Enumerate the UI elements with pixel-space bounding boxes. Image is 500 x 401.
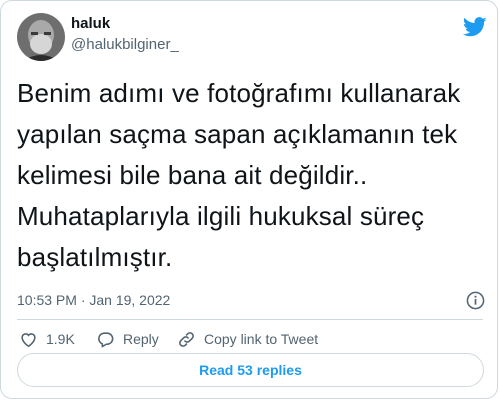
link-icon bbox=[179, 331, 194, 347]
like-button[interactable]: 1.9K bbox=[19, 329, 75, 349]
like-count: 1.9K bbox=[46, 331, 75, 347]
author-handle[interactable]: @halukbilginer_ bbox=[71, 36, 179, 54]
twitter-bird-icon[interactable] bbox=[463, 17, 487, 37]
author-name[interactable]: haluk bbox=[71, 15, 110, 33]
info-icon[interactable] bbox=[466, 291, 485, 310]
heart-icon bbox=[21, 332, 36, 347]
reply-button[interactable]: Reply bbox=[96, 329, 159, 349]
avatar[interactable] bbox=[17, 13, 65, 61]
copy-link-button[interactable]: Copy link to Tweet bbox=[177, 329, 318, 349]
tweet-text: Benim adımı ve fotoğrafımı kullanarak ya… bbox=[17, 78, 461, 272]
tweet-card: haluk @halukbilginer_ Benim adımı ve fot… bbox=[0, 0, 498, 399]
read-replies-button[interactable]: Read 53 replies bbox=[17, 353, 484, 387]
divider bbox=[17, 319, 483, 320]
profile-avatar bbox=[17, 13, 65, 61]
reply-label: Reply bbox=[123, 331, 159, 347]
copy-link-label: Copy link to Tweet bbox=[204, 331, 319, 347]
tweet-timestamp[interactable]: 10:53 PM · Jan 19, 2022 bbox=[17, 292, 170, 309]
reply-icon bbox=[98, 331, 114, 347]
